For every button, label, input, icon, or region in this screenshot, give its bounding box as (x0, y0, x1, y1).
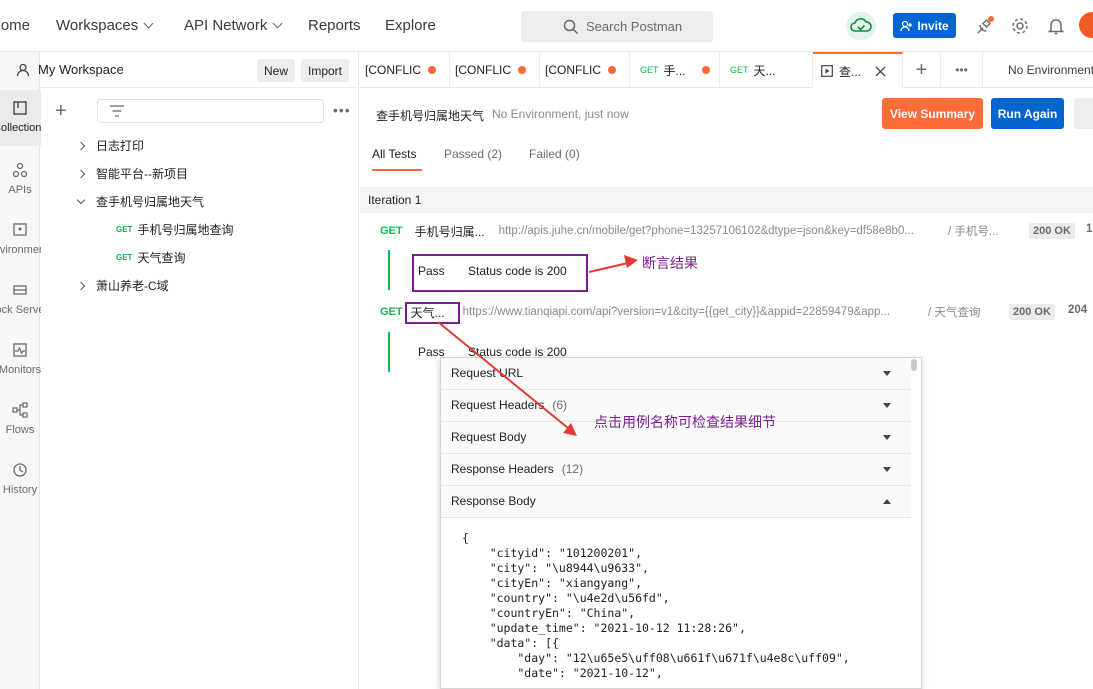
arrow-head (624, 255, 638, 268)
annotation-click-hint: 点击用例名称可检查结果细节 (594, 414, 776, 430)
arrow-line (588, 262, 629, 273)
arrow-line (437, 321, 569, 429)
annotation-assert-result: 断言结果 (642, 255, 698, 271)
annotation-arrows (437, 255, 638, 436)
